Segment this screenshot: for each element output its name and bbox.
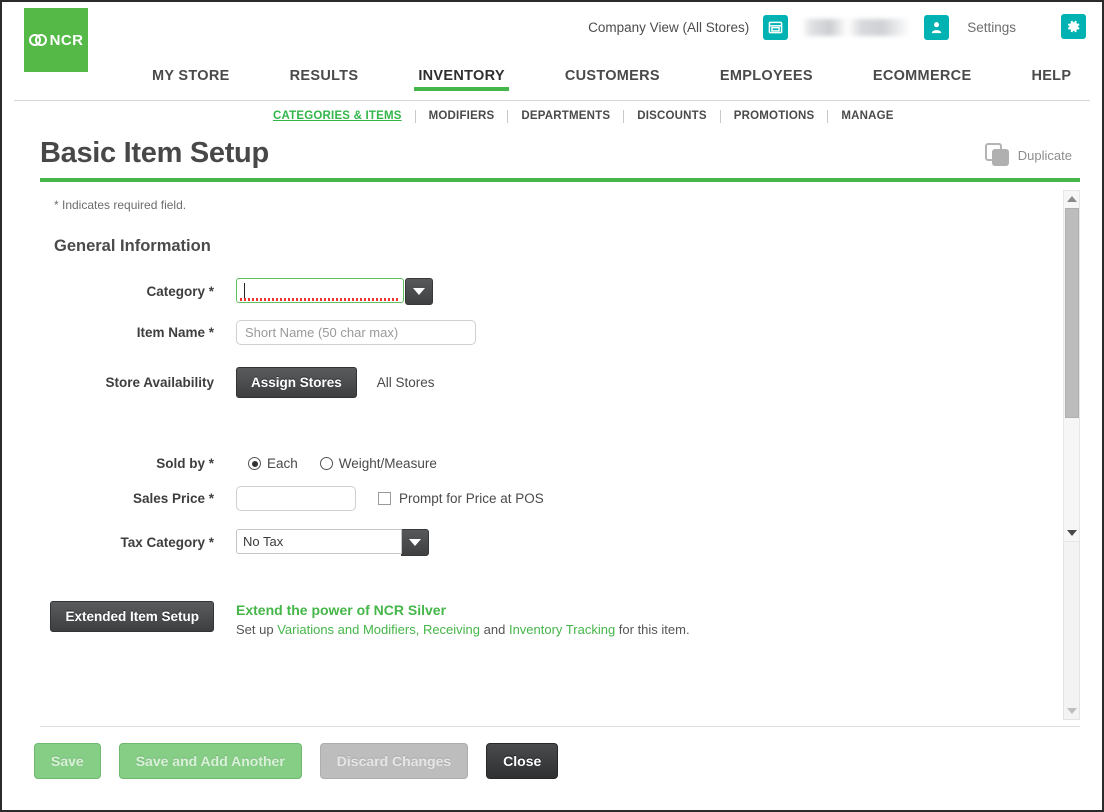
- category-combobox[interactable]: [236, 278, 433, 305]
- main-navigation: MY STORE RESULTS INVENTORY CUSTOMERS EMP…: [2, 68, 1102, 100]
- category-dropdown-button[interactable]: [405, 278, 433, 305]
- form-row-item-name: Item Name * Short Name (50 char max): [40, 320, 1062, 345]
- form-scroll-pane: * Indicates required field. General Info…: [40, 190, 1062, 720]
- close-button[interactable]: Close: [486, 743, 559, 779]
- form-row-category: Category *: [40, 278, 1062, 305]
- settings-label[interactable]: Settings: [967, 20, 1016, 35]
- sub-navigation: CATEGORIES & ITEMS MODIFIERS DEPARTMENTS…: [2, 101, 1102, 131]
- radio-option-weight-measure[interactable]: Weight/Measure: [319, 456, 437, 471]
- nav-item-my-store[interactable]: MY STORE: [122, 68, 260, 91]
- form-scroll-down-arrow[interactable]: [1064, 525, 1079, 541]
- footer-action-bar: Save Save and Add Another Discard Change…: [2, 727, 1102, 779]
- extended-item-setup-button[interactable]: Extended Item Setup: [50, 601, 214, 632]
- spellcheck-underline: [240, 298, 400, 301]
- radio-weight-label: Weight/Measure: [338, 456, 437, 471]
- tax-category-dropdown-button[interactable]: [401, 529, 429, 556]
- title-underline-rule: [40, 178, 1080, 182]
- ncr-logo-text: NCR: [49, 31, 84, 49]
- content-area: * Indicates required field. General Info…: [40, 190, 1080, 720]
- item-name-label: Item Name *: [136, 325, 214, 340]
- link-receiving[interactable]: Receiving: [423, 622, 480, 637]
- page-title: Basic Item Setup: [40, 137, 269, 169]
- promo-subtext: Set up Variations and Modifiers, Receivi…: [236, 622, 690, 637]
- triangle-up-icon: [1066, 196, 1077, 202]
- store-icon[interactable]: [763, 14, 789, 40]
- nav-item-ecommerce[interactable]: ECOMMERCE: [843, 68, 1002, 91]
- subnav-item-modifiers[interactable]: MODIFIERS: [416, 110, 508, 122]
- sales-price-input[interactable]: [236, 486, 356, 511]
- ncr-logo[interactable]: NCR: [24, 8, 88, 72]
- form-scrollbar[interactable]: [1063, 190, 1080, 542]
- nav-item-inventory[interactable]: INVENTORY: [388, 68, 535, 91]
- assign-stores-button[interactable]: Assign Stores: [236, 367, 357, 398]
- item-name-input[interactable]: Short Name (50 char max): [236, 320, 476, 345]
- triangle-down-icon: [1066, 530, 1077, 536]
- basic-item-form: Category * Item Name * Short Name (50 ch…: [40, 278, 1062, 637]
- form-row-tax-category: Tax Category * No Tax: [40, 529, 1062, 556]
- chevron-down-icon: [409, 539, 421, 546]
- required-field-note: * Indicates required field.: [54, 198, 187, 212]
- subnav-item-categories-items[interactable]: CATEGORIES & ITEMS: [260, 110, 415, 122]
- form-row-sales-price: Sales Price * Prompt for Price at POS: [40, 486, 1062, 511]
- copy-icon: [984, 143, 1011, 167]
- radio-option-each[interactable]: Each: [248, 456, 298, 471]
- page-title-bar: Basic Item Setup Duplicate: [40, 137, 1080, 176]
- tax-category-combobox[interactable]: No Tax: [236, 529, 429, 556]
- section-title-general-information: General Information: [54, 237, 211, 255]
- subnav-item-departments[interactable]: DEPARTMENTS: [508, 110, 623, 122]
- tax-category-label: Tax Category *: [120, 535, 214, 550]
- nav-item-customers[interactable]: CUSTOMERS: [535, 68, 690, 91]
- duplicate-label: Duplicate: [1017, 147, 1072, 163]
- tax-category-value[interactable]: No Tax: [236, 529, 402, 554]
- application-window: NCR Company View (All Stores) Settings M…: [0, 0, 1104, 812]
- link-variations-modifiers[interactable]: Variations and Modifiers,: [277, 622, 419, 637]
- prompt-for-price-label: Prompt for Price at POS: [399, 491, 544, 506]
- discard-changes-button[interactable]: Discard Changes: [319, 743, 469, 779]
- ncr-rings-icon: [28, 33, 48, 47]
- link-inventory-tracking[interactable]: Inventory Tracking: [509, 622, 615, 637]
- category-label: Category *: [146, 284, 214, 299]
- radio-each-label: Each: [267, 456, 298, 471]
- promo-mid2: and: [480, 622, 509, 637]
- page-scroll-down-arrow[interactable]: [1064, 703, 1079, 719]
- duplicate-button[interactable]: Duplicate: [984, 143, 1072, 167]
- header-right-cluster: Company View (All Stores) Settings: [588, 2, 1102, 52]
- nav-item-employees[interactable]: EMPLOYEES: [690, 68, 843, 91]
- sold-by-radio-group: Each Weight/Measure: [236, 456, 437, 471]
- chevron-down-icon: [413, 288, 425, 295]
- prompt-for-price-checkbox[interactable]: [378, 492, 391, 505]
- nav-item-results[interactable]: RESULTS: [260, 68, 389, 91]
- subnav-item-promotions[interactable]: PROMOTIONS: [721, 110, 828, 122]
- subnav-item-discounts[interactable]: DISCOUNTS: [624, 110, 720, 122]
- extended-setup-text: Extend the power of NCR Silver Set up Va…: [236, 601, 690, 637]
- sales-price-label: Sales Price *: [132, 491, 214, 506]
- prompt-for-price-checkbox-row[interactable]: Prompt for Price at POS: [378, 491, 544, 506]
- save-and-add-another-button[interactable]: Save and Add Another: [118, 743, 302, 779]
- radio-each-indicator: [248, 457, 261, 470]
- form-row-store-availability: Store Availability Assign Stores All Sto…: [40, 367, 1062, 398]
- gear-icon[interactable]: [1061, 14, 1086, 39]
- save-button[interactable]: Save: [34, 743, 101, 779]
- promo-suffix: for this item.: [615, 622, 690, 637]
- form-scroll-up-arrow[interactable]: [1064, 191, 1079, 207]
- company-view-label: Company View (All Stores): [588, 19, 750, 35]
- radio-weight-indicator: [319, 457, 333, 470]
- promo-prefix: Set up: [236, 622, 278, 637]
- subnav-item-manage[interactable]: MANAGE: [828, 110, 906, 122]
- all-stores-label[interactable]: All Stores: [377, 375, 435, 390]
- nav-item-help[interactable]: HELP: [1001, 68, 1101, 91]
- category-input[interactable]: [236, 278, 404, 303]
- store-availability-label: Store Availability: [105, 375, 214, 390]
- extended-setup-section: Extended Item Setup Extend the power of …: [40, 601, 1062, 637]
- text-caret: [244, 283, 245, 298]
- username-redacted: [802, 18, 911, 36]
- sold-by-label: Sold by *: [156, 456, 214, 471]
- extended-setup-button-col: Extended Item Setup: [40, 601, 236, 632]
- user-icon[interactable]: [924, 14, 950, 40]
- form-scrollbar-thumb[interactable]: [1065, 208, 1079, 418]
- promo-heading: Extend the power of NCR Silver: [236, 602, 447, 618]
- top-header: NCR Company View (All Stores) Settings: [2, 2, 1102, 72]
- form-row-sold-by: Sold by * Each Weight/Measure: [40, 456, 1062, 471]
